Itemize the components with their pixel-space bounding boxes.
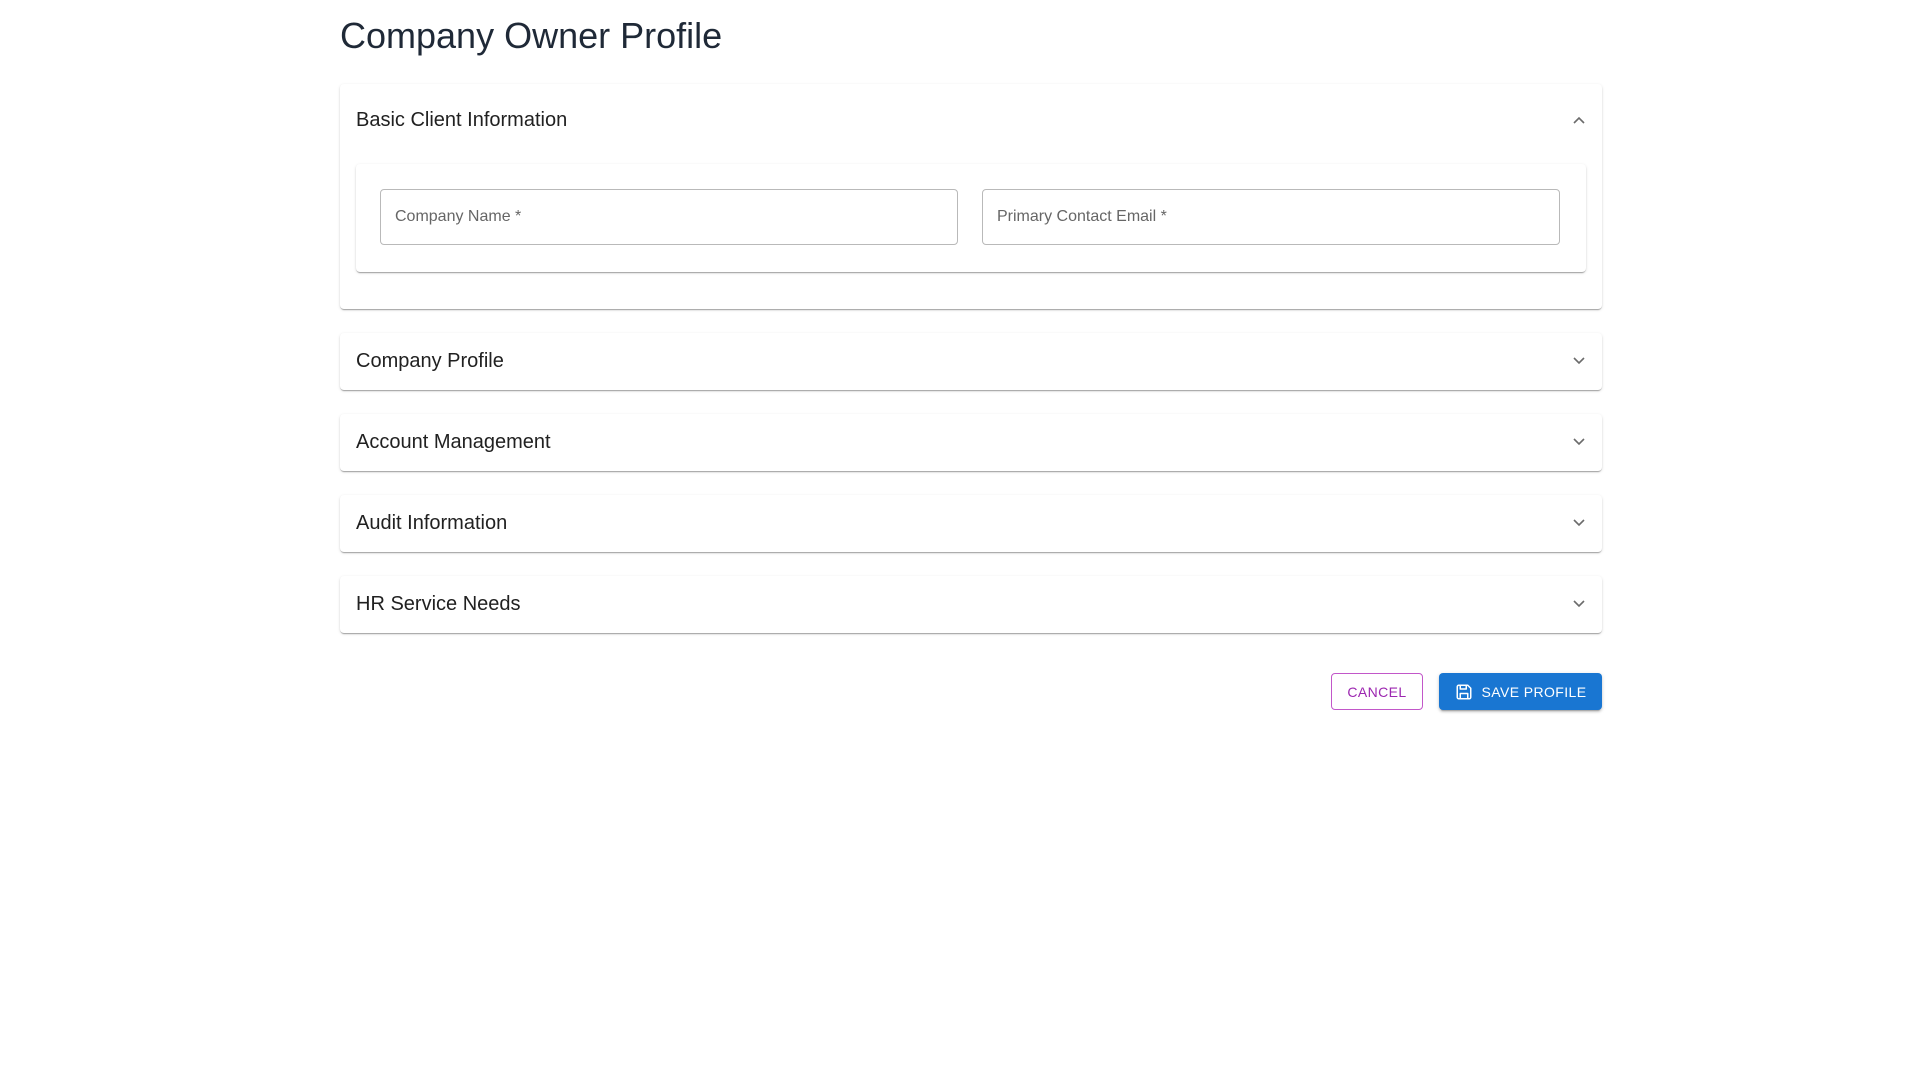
chevron-down-icon [1572,597,1586,611]
cancel-button-label: Cancel [1347,683,1407,700]
form-actions: Cancel Save Profile [1331,673,1602,710]
accordion-company-profile: Company Profile [340,333,1602,390]
accordion-header-audit-information[interactable]: Audit Information [340,495,1602,551]
accordion-audit-information: Audit Information [340,495,1602,552]
chevron-down-icon [1572,354,1586,368]
chevron-down-icon [1572,435,1586,449]
save-profile-button-label: Save Profile [1481,683,1587,700]
accordion-title: Audit Information [356,511,508,534]
chevron-down-icon [1572,516,1586,530]
chevron-up-icon [1572,113,1586,127]
save-icon [1455,683,1473,701]
accordion-header-hr-service-needs[interactable]: HR Service Needs [340,576,1602,632]
cancel-button[interactable]: Cancel [1331,673,1423,710]
accordion-title: Company Profile [356,349,504,372]
company-name-label: Company Name * [395,208,522,225]
save-profile-button[interactable]: Save Profile [1439,673,1602,710]
accordion-title: Basic Client Information [356,108,568,131]
accordion-basic-client-information: Basic Client Information Company Name * … [340,84,1602,309]
accordion-account-management: Account Management [340,414,1602,471]
page-title: Company Owner Profile [340,15,723,56]
basic-client-information-card: Company Name * Primary Contact Email * [356,164,1586,272]
accordion-title: HR Service Needs [356,592,521,615]
accordion-header-basic-client-information[interactable]: Basic Client Information [340,84,1602,156]
primary-contact-email-field[interactable]: Primary Contact Email * [982,189,1560,245]
accordion-header-account-management[interactable]: Account Management [340,414,1602,470]
profile-form: Company Owner Profile Basic Client Infor… [340,0,1602,710]
company-name-field[interactable]: Company Name * [380,189,958,245]
accordion-header-company-profile[interactable]: Company Profile [340,333,1602,389]
accordion-title: Account Management [356,430,551,453]
accordion-hr-service-needs: HR Service Needs [340,576,1602,633]
primary-contact-email-label: Primary Contact Email * [997,208,1167,225]
